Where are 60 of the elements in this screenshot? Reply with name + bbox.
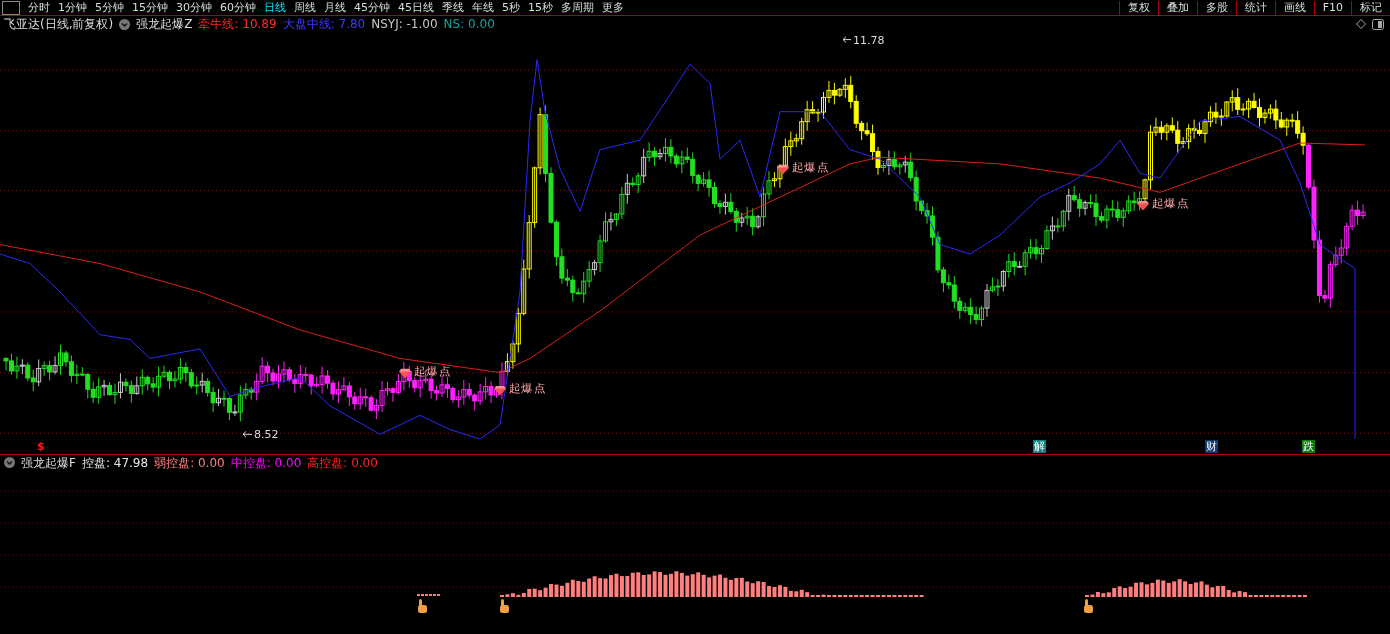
period-tab[interactable]: 月线	[320, 0, 350, 15]
gem-icon	[777, 164, 789, 175]
indicator-name: 强龙起爆F	[21, 454, 76, 472]
toolbar-button[interactable]: 画线	[1274, 0, 1314, 15]
toolbar-icon[interactable]	[2, 0, 20, 15]
event-marker[interactable]: 财	[1205, 440, 1218, 453]
period-tab[interactable]: 季线	[438, 0, 468, 15]
period-tab[interactable]: 30分钟	[172, 0, 216, 15]
period-tab[interactable]: 更多	[598, 0, 628, 15]
period-tab[interactable]: 15分钟	[128, 0, 172, 15]
period-tab[interactable]: 日线	[260, 0, 290, 15]
toolbar-button[interactable]: 统计	[1235, 0, 1275, 15]
period-tab[interactable]: 45分钟	[350, 0, 394, 15]
period-tab[interactable]: 周线	[290, 0, 320, 15]
gem-icon	[399, 368, 411, 379]
period-tab[interactable]: 5分钟	[91, 0, 128, 15]
panel-toggle-icon[interactable]	[1372, 18, 1384, 30]
event-marker[interactable]: 跌	[1302, 440, 1315, 453]
period-tab[interactable]: 60分钟	[216, 0, 260, 15]
toolbar-button[interactable]: 叠加	[1157, 0, 1197, 15]
indicator-readout: 牵牛线: 10.89	[198, 16, 277, 33]
indicator-readout: 弱控盘: 0.00	[154, 454, 225, 472]
indicator-readout: NSYJ: -1.00	[371, 16, 438, 33]
event-marker[interactable]: 解	[1033, 440, 1046, 453]
period-tab[interactable]: 5秒	[498, 0, 524, 15]
signal-label: 起爆点	[1152, 195, 1189, 210]
toolbar-button[interactable]: 复权	[1118, 0, 1158, 15]
toolbar-button[interactable]: F10	[1313, 0, 1351, 15]
gem-icon	[494, 385, 506, 396]
leader-arrow	[842, 36, 852, 43]
high-price-label: 11.78	[853, 34, 885, 48]
hand-pointer-icon	[500, 599, 509, 613]
signal-label: 起爆点	[792, 159, 829, 174]
toolbar-button[interactable]: 多股	[1196, 0, 1236, 15]
toolbar-button[interactable]: 标记	[1351, 0, 1390, 15]
gem-icon	[1137, 200, 1149, 211]
diamond-icon[interactable]	[1356, 19, 1366, 29]
period-tab[interactable]: 分时	[24, 0, 54, 15]
indicator-readout: 中控盘: 0.00	[230, 454, 302, 472]
collapse-icon[interactable]	[4, 457, 15, 468]
low-price-label: 8.52	[254, 428, 279, 440]
period-tab[interactable]: 45日线	[394, 0, 438, 15]
hand-pointer-icon	[1084, 599, 1093, 613]
period-tab[interactable]: 年线	[468, 0, 498, 15]
indicator-readout: 大盘中线: 7.80	[282, 16, 366, 33]
period-tab[interactable]: 1分钟	[54, 0, 91, 15]
event-marker[interactable]: $	[36, 440, 46, 453]
indicator-readout: NS: 0.00	[443, 16, 495, 33]
hand-pointer-icon	[418, 599, 427, 613]
signal-label: 起爆点	[414, 363, 451, 378]
collapse-icon[interactable]	[119, 18, 131, 30]
indicator-name: 强龙起爆Z	[136, 16, 193, 33]
period-tab[interactable]: 15秒	[524, 0, 557, 15]
period-tab[interactable]: 多周期	[557, 0, 598, 15]
leader-arrow	[242, 430, 253, 438]
indicator-readout: 控盘: 47.98	[81, 454, 149, 472]
histogram-dash	[416, 594, 442, 596]
signal-label: 起爆点	[509, 380, 546, 395]
stock-title: 飞亚达(日线,前复权)	[4, 16, 114, 33]
indicator-readout: 高控盘: 0.00	[307, 454, 378, 472]
